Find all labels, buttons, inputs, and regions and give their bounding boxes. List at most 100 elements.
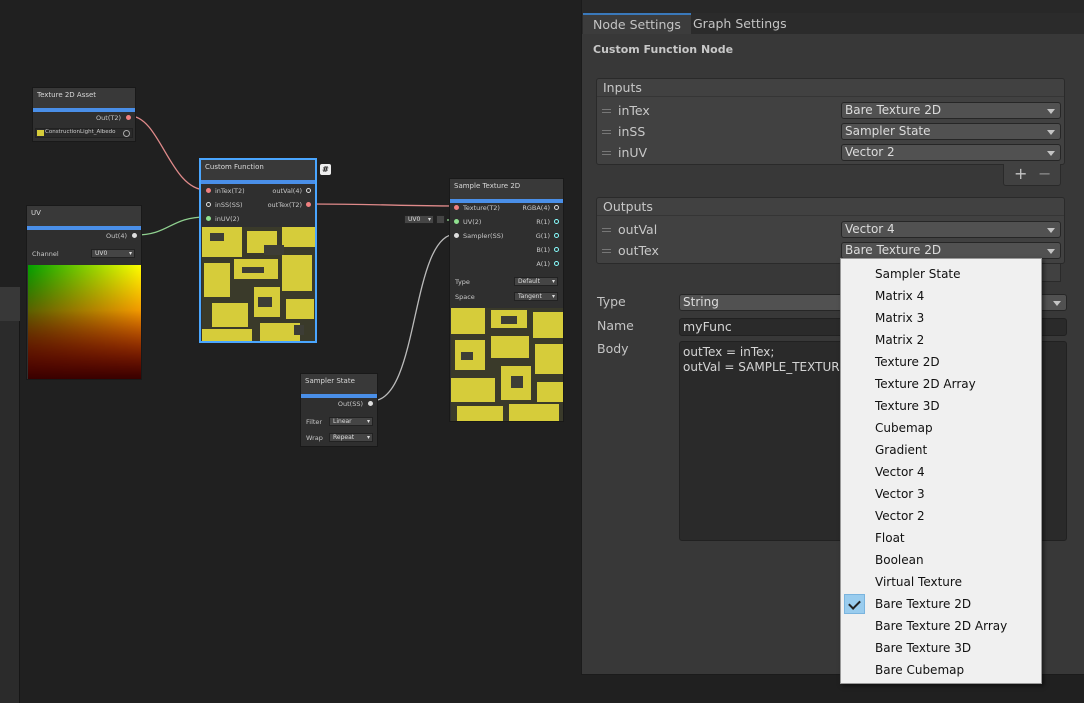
r-port[interactable] (554, 219, 559, 224)
intex-port[interactable] (206, 188, 211, 193)
channel-dropdown[interactable]: UV0 (91, 249, 135, 258)
menu-item[interactable]: Matrix 4 (841, 285, 1041, 307)
menu-item-label: Texture 2D (875, 355, 940, 369)
menu-item[interactable]: Virtual Texture (841, 571, 1041, 593)
object-picker-icon[interactable] (123, 130, 130, 137)
outval-port[interactable] (306, 188, 311, 193)
node-title: Custom Function (201, 160, 315, 184)
menu-item-label: Gradient (875, 443, 928, 457)
uv-inline-dropdown[interactable]: UV0 (404, 215, 434, 224)
node-title: Sampler State (301, 374, 377, 398)
sample-texture-2d-node[interactable]: Sample Texture 2D Texture(T2) UV(2) Samp… (449, 178, 564, 422)
texture-port[interactable] (454, 205, 459, 210)
uv-label: UV(2) (463, 218, 482, 226)
inputs-list: Inputs inTex Bare Texture 2D inSS Sample… (596, 78, 1065, 165)
out-port-label: Out(SS) (337, 400, 363, 408)
drag-handle-icon[interactable] (602, 109, 611, 113)
input-row[interactable]: inSS Sampler State (597, 122, 1064, 142)
sampler-label: Sampler(SS) (463, 232, 504, 240)
menu-item-label: Bare Texture 3D (875, 641, 972, 655)
menu-item-label: Bare Cubemap (875, 663, 965, 677)
menu-item[interactable]: Bare Texture 2D (841, 593, 1041, 615)
code-icon[interactable]: # (320, 164, 331, 175)
menu-item-label: Bare Texture 2D Array (875, 619, 1008, 633)
asset-field[interactable]: ConstructionLight_Albedo (35, 128, 133, 138)
a-label: A(1) (536, 260, 550, 268)
inputs-add-remove: + − (1003, 164, 1061, 186)
menu-item[interactable]: Cubemap (841, 417, 1041, 439)
node-title: Texture 2D Asset (33, 88, 135, 112)
r-label: R(1) (536, 218, 550, 226)
menu-item[interactable]: Texture 2D (841, 351, 1041, 373)
drag-handle-icon[interactable] (602, 249, 611, 253)
out-port[interactable] (132, 233, 137, 238)
tab-graph-settings[interactable]: Graph Settings (683, 13, 797, 34)
rgba-port[interactable] (554, 205, 559, 210)
a-port[interactable] (554, 261, 559, 266)
out-port[interactable] (126, 115, 131, 120)
input-type-dropdown[interactable]: Bare Texture 2D (841, 102, 1061, 119)
outputs-list: Outputs outVal Vector 4 outTex Bare Text… (596, 197, 1065, 264)
drag-handle-icon[interactable] (602, 151, 611, 155)
menu-item[interactable]: Texture 2D Array (841, 373, 1041, 395)
output-type-dropdown[interactable]: Bare Texture 2D (841, 242, 1061, 259)
texture-label: Texture(T2) (463, 204, 500, 212)
type-dropdown[interactable]: Default (514, 277, 558, 286)
input-type-dropdown[interactable]: Sampler State (841, 123, 1061, 140)
menu-item[interactable]: Matrix 2 (841, 329, 1041, 351)
menu-item[interactable]: Texture 3D (841, 395, 1041, 417)
menu-item[interactable]: Gradient (841, 439, 1041, 461)
output-name: outTex (618, 243, 659, 258)
b-port[interactable] (554, 247, 559, 252)
menu-item[interactable]: Bare Texture 3D (841, 637, 1041, 659)
input-row[interactable]: inUV Vector 2 (597, 143, 1064, 163)
menu-item[interactable]: Vector 3 (841, 483, 1041, 505)
input-row[interactable]: inTex Bare Texture 2D (597, 101, 1064, 121)
outtex-port[interactable] (306, 202, 311, 207)
sampler-port[interactable] (454, 233, 459, 238)
input-name: inUV (618, 145, 648, 160)
menu-item-label: Texture 2D Array (875, 377, 976, 391)
menu-item[interactable]: Float (841, 527, 1041, 549)
menu-item-label: Boolean (875, 553, 924, 567)
add-input-button[interactable]: + (1014, 164, 1027, 183)
out-port-label: Out(T2) (96, 114, 121, 122)
custom-function-node[interactable]: Custom Function inTex(T2) inSS(SS) inUV(… (199, 158, 317, 343)
inss-port[interactable] (206, 202, 211, 207)
menu-item-label: Cubemap (875, 421, 933, 435)
texture-2d-asset-node[interactable]: Texture 2D Asset Out(T2) ConstructionLig… (32, 87, 136, 142)
g-port[interactable] (554, 233, 559, 238)
outputs-header: Outputs (597, 198, 1064, 216)
remove-input-button[interactable]: − (1038, 164, 1051, 183)
space-dropdown[interactable]: Tangent (514, 292, 558, 301)
menu-item[interactable]: Vector 2 (841, 505, 1041, 527)
input-type-dropdown[interactable]: Vector 2 (841, 144, 1061, 161)
checkmark-icon (844, 594, 865, 614)
wire-texture-to-intex (129, 115, 207, 191)
uv-node[interactable]: UV Out(4) Channel UV0 (26, 205, 142, 380)
menu-item[interactable]: Bare Texture 2D Array (841, 615, 1041, 637)
menu-item-label: Matrix 2 (875, 333, 925, 347)
out-port[interactable] (368, 401, 373, 406)
inss-label: inSS(SS) (215, 201, 243, 209)
output-type-dropdown[interactable]: Vector 4 (841, 221, 1061, 238)
tab-node-settings[interactable]: Node Settings (583, 13, 691, 34)
drag-handle-icon[interactable] (602, 130, 611, 134)
wrap-label: Wrap (306, 434, 323, 442)
sample-texture-preview (451, 308, 563, 421)
inuv-port[interactable] (206, 216, 211, 221)
sampler-state-node[interactable]: Sampler State Out(SS) Filter Linear Wrap… (300, 373, 378, 447)
menu-item[interactable]: Boolean (841, 549, 1041, 571)
drag-handle-icon[interactable] (602, 228, 611, 232)
menu-item[interactable]: Vector 4 (841, 461, 1041, 483)
wrap-dropdown[interactable]: Repeat (329, 433, 373, 442)
menu-item[interactable]: Bare Cubemap (841, 659, 1041, 681)
menu-item-label: Sampler State (875, 267, 961, 281)
filter-dropdown[interactable]: Linear (329, 417, 373, 426)
uv-port[interactable] (454, 219, 459, 224)
outtex-label: outTex(T2) (267, 201, 302, 209)
menu-item[interactable]: Matrix 3 (841, 307, 1041, 329)
type-label: Type (455, 278, 470, 286)
output-row[interactable]: outVal Vector 4 (597, 220, 1064, 240)
menu-item[interactable]: Sampler State (841, 263, 1041, 285)
